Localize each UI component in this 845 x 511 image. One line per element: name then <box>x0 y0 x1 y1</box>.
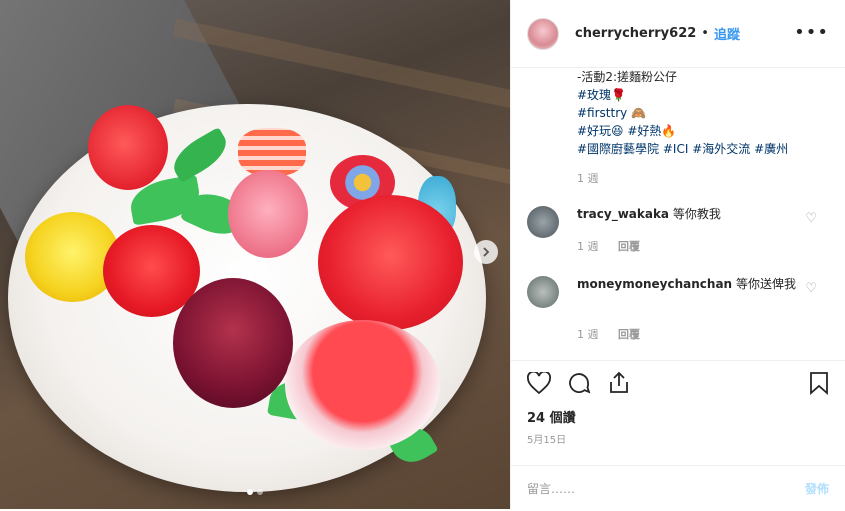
avatar[interactable] <box>527 206 559 238</box>
avatar[interactable] <box>527 276 559 308</box>
instagram-post: cherrycherry622 • 追蹤 ••• -活動2:搓麵粉公仔 #玫瑰🌹… <box>0 0 845 509</box>
likes-count[interactable]: 24 個讚 <box>527 407 576 426</box>
striped-flower <box>238 128 306 176</box>
post-date[interactable]: 5月15日 <box>527 431 566 446</box>
chevron-right-icon <box>483 247 490 257</box>
comment: tracy_wakaka 等你教我 <box>577 205 799 224</box>
comment-input[interactable]: 留言…… <box>527 480 575 497</box>
heart-icon[interactable] <box>527 371 551 395</box>
post-header: cherrycherry622 • 追蹤 ••• <box>511 0 845 68</box>
post-button[interactable]: 發佈 <box>805 480 829 497</box>
share-icon[interactable] <box>607 371 631 395</box>
follow-button[interactable]: 追蹤 <box>714 24 740 43</box>
comment-text: 等你送俾我 <box>735 277 796 291</box>
comment-text: 等你教我 <box>672 207 721 221</box>
pink-rose <box>228 170 308 258</box>
reply-button[interactable]: 回覆 <box>618 328 640 341</box>
caption-line[interactable]: #firsttry 🙈 <box>577 104 788 122</box>
comment: moneymoneychanchan 等你送俾我 <box>577 275 799 294</box>
comment-meta: 1 週 回覆 <box>577 238 640 254</box>
heart-icon[interactable]: ♡ <box>805 281 817 296</box>
comment-time[interactable]: 1 週 <box>577 240 599 253</box>
comments-section: -活動2:搓麵粉公仔 #玫瑰🌹 #firsttry 🙈 #好玩😆 #好熱🔥 #國… <box>511 68 845 360</box>
more-dots-icon[interactable]: ••• <box>794 24 829 42</box>
avatar[interactable] <box>527 17 559 50</box>
comment-username[interactable]: moneymoneychanchan <box>577 277 732 291</box>
red-rosebud <box>88 105 168 190</box>
red-white-rose <box>285 320 440 450</box>
username-link[interactable]: cherrycherry622 <box>575 26 696 41</box>
caption-line: -活動2:搓麵粉公仔 <box>577 70 678 84</box>
comment-meta: 1 週 回覆 <box>577 326 640 342</box>
comment-icon[interactable] <box>567 371 591 395</box>
caption-line[interactable]: #國際廚藝學院 #ICI #海外交流 #廣州 <box>577 140 788 158</box>
bookmark-icon[interactable] <box>807 371 831 395</box>
post-sidebar: cherrycherry622 • 追蹤 ••• -活動2:搓麵粉公仔 #玫瑰🌹… <box>510 0 845 509</box>
slide-dot <box>257 489 263 495</box>
add-comment-bar: 留言…… 發佈 <box>511 465 845 511</box>
next-slide-button[interactable] <box>474 240 498 264</box>
caption-time[interactable]: 1 週 <box>577 170 788 188</box>
heart-icon[interactable]: ♡ <box>805 211 817 226</box>
slide-indicator <box>0 489 510 495</box>
caption: -活動2:搓麵粉公仔 #玫瑰🌹 #firsttry 🙈 #好玩😆 #好熱🔥 #國… <box>577 68 788 188</box>
dark-red-rose <box>173 278 293 408</box>
slide-dot-active <box>247 489 253 495</box>
reply-button[interactable]: 回覆 <box>618 240 640 253</box>
post-image[interactable] <box>0 0 510 509</box>
action-icons <box>527 371 631 395</box>
header-separator: • <box>701 26 709 41</box>
caption-line[interactable]: #好玩😆 #好熱🔥 <box>577 122 788 140</box>
large-red-rose <box>318 195 463 330</box>
comment-username[interactable]: tracy_wakaka <box>577 207 669 221</box>
comment-time[interactable]: 1 週 <box>577 328 599 341</box>
actions-section: 24 個讚 5月15日 留言…… 發佈 <box>511 360 845 510</box>
caption-line[interactable]: #玫瑰🌹 <box>577 86 788 104</box>
